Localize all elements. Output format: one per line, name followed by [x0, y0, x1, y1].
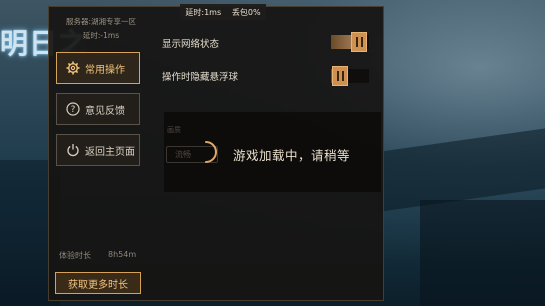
nav-return-home[interactable]: 返回主页面 [56, 134, 140, 166]
show-network-status-label: 显示网络状态 [162, 39, 220, 50]
background-shipwreck-hull [420, 200, 545, 306]
loading-message: 游戏加载中，请稍等 [233, 148, 351, 163]
network-status-bar: 延时:1ms 丢包0% [180, 4, 266, 20]
toggle-knob [351, 32, 367, 52]
nav-label: 返回主页面 [85, 146, 135, 158]
packet-loss-readout: 丢包0% [231, 7, 261, 17]
nav-label: 常用操作 [85, 64, 125, 76]
show-network-status-toggle[interactable] [331, 32, 369, 52]
svg-text:?: ? [71, 105, 76, 115]
gear-icon [65, 60, 81, 76]
loading-spinner-icon [205, 141, 217, 163]
nav-common-operations[interactable]: 常用操作 [56, 52, 140, 84]
nav-feedback[interactable]: ? 意见反馈 [56, 93, 140, 125]
question-icon: ? [65, 101, 81, 117]
server-latency: 延时:-1ms [82, 31, 120, 40]
get-more-time-button[interactable]: 获取更多时长 [55, 272, 141, 294]
quality-label: 画质 [167, 126, 181, 134]
latency-readout: 延时:1ms [185, 7, 222, 17]
nav-label: 意见反馈 [85, 105, 125, 117]
experience-time-value: 8h54m [108, 250, 137, 259]
server-name: 服务器:湖湘专享一区 [65, 17, 137, 26]
hide-floating-ball-label: 操作时隐藏悬浮球 [162, 72, 239, 83]
power-icon [65, 142, 81, 158]
experience-time-label: 体验时长 [59, 251, 91, 260]
toggle-knob [332, 66, 348, 86]
hide-floating-ball-toggle[interactable] [331, 66, 369, 86]
